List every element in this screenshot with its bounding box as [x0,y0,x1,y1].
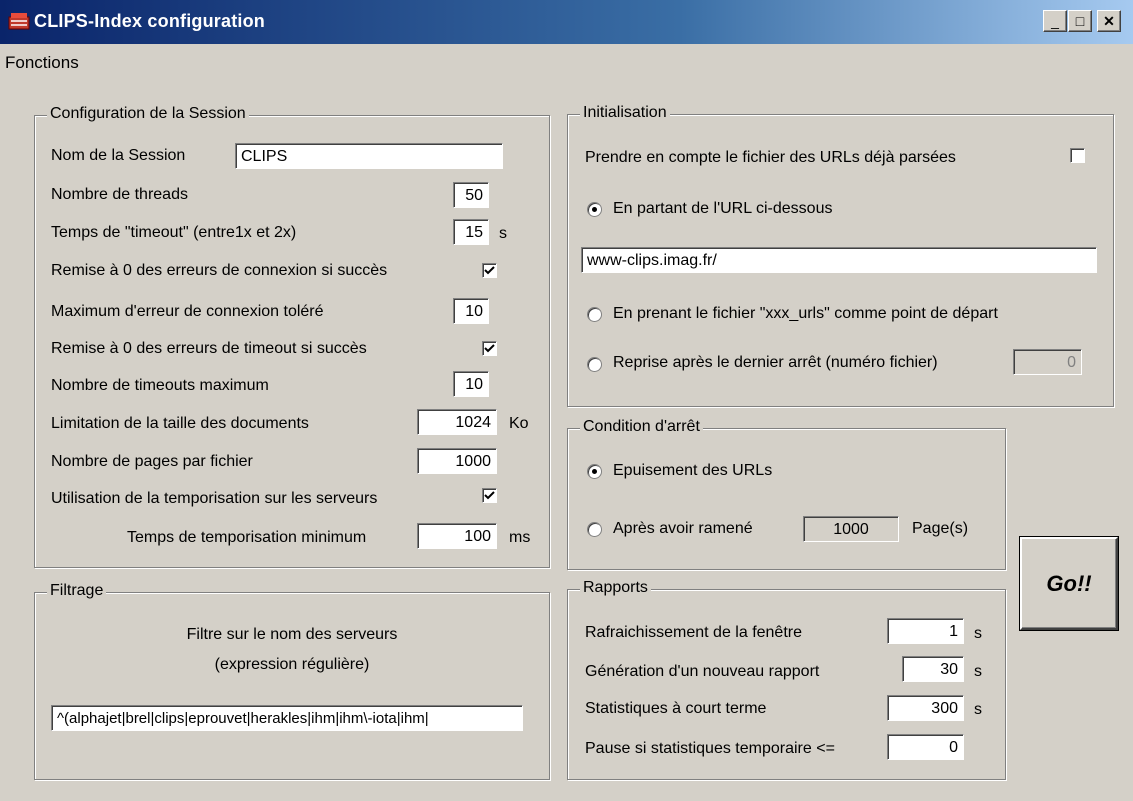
pause-input[interactable]: 0 [887,734,964,760]
temp-min-label: Temps de temporisation minimum [127,529,367,546]
temp-min-input[interactable]: 100 [417,523,497,549]
prendre-checkbox[interactable] [1070,148,1085,163]
session-name-input[interactable]: CLIPS [235,143,503,169]
doc-size-input[interactable]: 1024 [417,409,497,435]
max-timeouts-input[interactable]: 10 [453,371,489,397]
session-legend: Configuration de la Session [47,105,249,123]
doc-size-unit: Ko [509,415,529,432]
radio-fichier-urls[interactable] [587,307,602,322]
radio-fichier-urls-label: En prenant le fichier "xxx_urls" comme p… [613,305,998,322]
temp-min-unit: ms [509,529,531,546]
arret-legend: Condition d'arrêt [580,418,703,436]
go-button[interactable]: Go!! [1020,537,1118,630]
refresh-unit: s [974,625,982,642]
maximize-button[interactable]: □ [1068,10,1092,32]
radio-reprise-label: Reprise après le dernier arrêt (numéro f… [613,354,938,371]
pause-label: Pause si statistiques temporaire <= [585,740,835,757]
reprise-input[interactable]: 0 [1013,349,1082,375]
reset-timeout-checkbox[interactable] [482,341,497,356]
radio-apres-ramene[interactable] [587,522,602,537]
pages-label: Nombre de pages par fichier [51,453,253,470]
filtrage-legend: Filtrage [47,582,107,600]
init-legend: Initialisation [580,104,670,122]
reset-conn-checkbox[interactable] [482,263,497,278]
temporisation-label: Utilisation de la temporisation sur les … [51,490,378,507]
minimize-button[interactable]: _ [1043,10,1067,32]
max-conn-err-label: Maximum d'erreur de connexion toléré [51,303,324,320]
max-conn-err-input[interactable]: 10 [453,298,489,324]
timeout-unit: s [499,225,507,242]
timeout-input[interactable]: 15 [453,219,489,245]
filtrage-line1: Filtre sur le nom des serveurs [186,626,398,643]
window-title: CLIPS-Index configuration [34,11,266,31]
arret-group: Condition d'arrêt [567,418,1006,570]
refresh-input[interactable]: 1 [887,618,964,644]
radio-reprise[interactable] [587,357,602,372]
close-button[interactable]: ✕ [1097,10,1121,32]
radio-epuisement[interactable] [587,464,602,479]
threads-label: Nombre de threads [51,186,188,203]
newreport-label: Génération d'un nouveau rapport [585,663,820,680]
radio-epuisement-label: Epuisement des URLs [613,462,773,479]
timeout-label: Temps de "timeout" (entre1x et 2x) [51,224,297,241]
app-icon [8,11,30,31]
threads-input[interactable]: 50 [453,182,489,208]
reset-conn-label: Remise à 0 des erreurs de connexion si s… [51,262,388,279]
newreport-unit: s [974,663,982,680]
radio-apres-ramene-label: Après avoir ramené [613,520,753,537]
regex-input[interactable]: ^(alphajet|brel|clips|eprouvet|herakles|… [51,705,523,731]
filtrage-line2: (expression régulière) [214,656,370,673]
arret-pages-input[interactable]: 1000 [803,516,899,542]
filtrage-group: Filtrage [34,582,550,780]
stats-unit: s [974,701,982,718]
refresh-label: Rafraichissement de la fenêtre [585,624,802,641]
reset-timeout-label: Remise à 0 des erreurs de timeout si suc… [51,340,367,357]
pages-input[interactable]: 1000 [417,448,497,474]
url-input[interactable]: www-clips.imag.fr/ [581,247,1097,273]
max-timeouts-label: Nombre de timeouts maximum [51,377,269,394]
menu-fonctions[interactable]: Fonctions [5,53,79,73]
arret-pages-unit: Page(s) [912,520,969,537]
rapports-legend: Rapports [580,579,651,597]
radio-partant-url[interactable] [587,202,602,217]
prendre-label: Prendre en compte le fichier des URLs dé… [585,149,956,166]
session-name-label: Nom de la Session [51,147,186,164]
stats-input[interactable]: 300 [887,695,964,721]
radio-partant-url-label: En partant de l'URL ci-dessous [613,200,833,217]
newreport-input[interactable]: 30 [902,656,964,682]
stats-label: Statistiques à court terme [585,700,767,717]
doc-size-label: Limitation de la taille des documents [51,415,309,432]
temporisation-checkbox[interactable] [482,488,497,503]
